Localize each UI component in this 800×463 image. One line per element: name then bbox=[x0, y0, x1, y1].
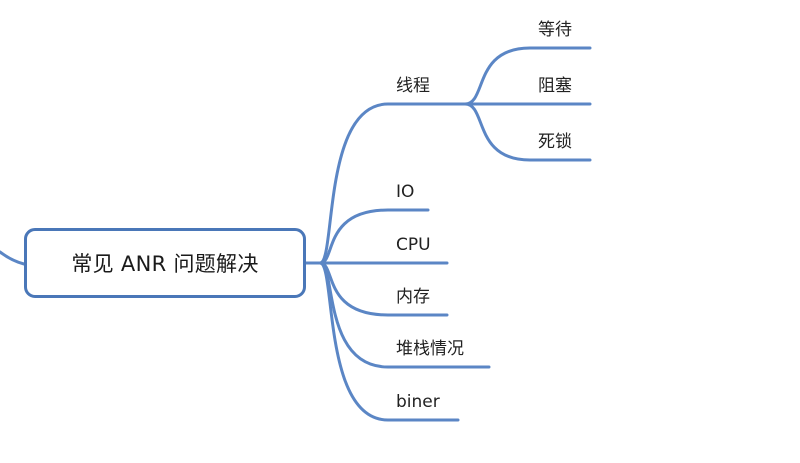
child-label-2[interactable]: 死锁 bbox=[538, 132, 572, 152]
branch-label-1[interactable]: IO bbox=[396, 182, 414, 202]
branch-label-5[interactable]: biner bbox=[396, 392, 440, 412]
branch-label-3[interactable]: 内存 bbox=[396, 287, 430, 307]
incoming-connector bbox=[0, 250, 26, 266]
child-label-1[interactable]: 阻塞 bbox=[538, 76, 572, 96]
child-label-0[interactable]: 等待 bbox=[538, 20, 572, 40]
branch-label-2[interactable]: CPU bbox=[396, 235, 431, 255]
root-node[interactable]: 常见 ANR 问题解决 bbox=[24, 228, 306, 298]
root-node-label: 常见 ANR 问题解决 bbox=[71, 252, 259, 276]
branch-label-4[interactable]: 堆栈情况 bbox=[396, 339, 464, 359]
branch-connector-0 bbox=[304, 102, 467, 265]
branch-label-0[interactable]: 线程 bbox=[396, 76, 430, 96]
